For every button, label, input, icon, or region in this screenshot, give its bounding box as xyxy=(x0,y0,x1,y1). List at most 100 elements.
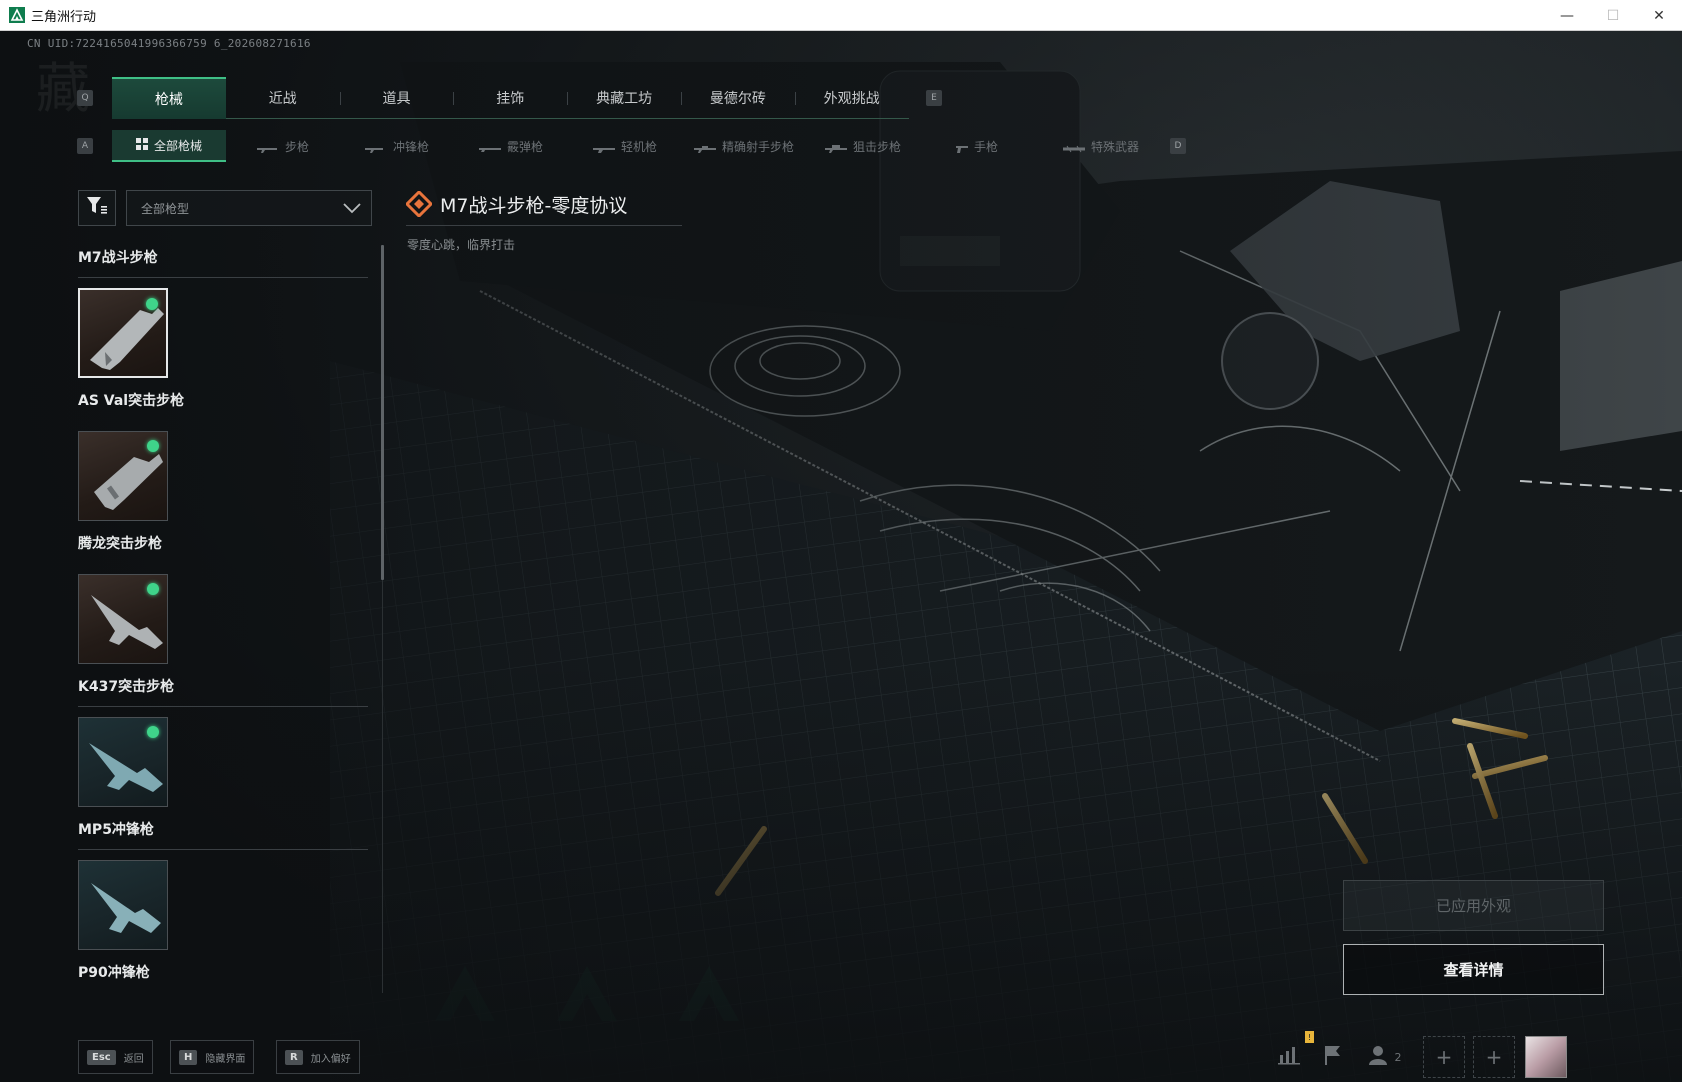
list-item: MP5冲锋枪 xyxy=(78,820,368,963)
skin-title: M7战斗步枪-零度协议 xyxy=(440,194,628,217)
owned-indicator xyxy=(146,298,158,310)
add-teammate-slot[interactable]: + xyxy=(1473,1036,1515,1078)
list-scrollbar[interactable] xyxy=(381,245,384,580)
weapon-group-title: AS Val突击步枪 xyxy=(78,393,185,409)
flag-icon xyxy=(1323,1044,1343,1071)
maximize-button[interactable]: ☐ xyxy=(1590,0,1636,31)
bar-chart-icon xyxy=(1278,1045,1300,1070)
keycap: R xyxy=(285,1049,303,1065)
weapon-list: M7战斗步枪 AS Val突击步枪 腾龙突击步枪 K437突击步枪 MP5冲锋枪… xyxy=(78,248,368,988)
tab-prev-key-hint[interactable]: Q xyxy=(77,90,93,106)
hint-label: 加入偏好 xyxy=(310,1053,351,1065)
weapon-group-title: P90冲锋枪 xyxy=(78,965,150,981)
subtab-label: 轻机枪 xyxy=(620,139,657,154)
grid-icon xyxy=(135,137,148,153)
uid-text: CN UID:7224165041996366759 6_20260827161… xyxy=(27,37,311,50)
shotgun-icon xyxy=(478,142,501,152)
minimize-button[interactable]: — xyxy=(1544,0,1590,31)
notification-badge: ! xyxy=(1305,1031,1314,1043)
gun-type-select[interactable]: 全部枪型 xyxy=(126,190,372,226)
list-item: AS Val突击步枪 xyxy=(78,391,368,534)
weapon-group-title: M7战斗步枪 xyxy=(78,248,368,278)
skin-rarity-icon xyxy=(404,189,434,221)
category-tabs: 枪械 近战 道具 挂饰 典藏工坊 曼德尔砖 外观挑战 xyxy=(112,77,909,119)
weapon-skin-thumbnail[interactable] xyxy=(78,288,168,378)
weapon-skin-thumbnail[interactable] xyxy=(78,431,168,521)
sniper-icon xyxy=(824,142,847,153)
subtab-label: 特殊武器 xyxy=(1090,139,1139,154)
smg-icon xyxy=(91,883,161,933)
window-controls: — ☐ ✕ xyxy=(1544,0,1682,31)
subtab-special[interactable]: 特殊武器 xyxy=(1034,130,1168,162)
window-title: 三角洲行动 xyxy=(31,9,97,25)
keycap: H xyxy=(179,1049,198,1065)
weapon-type-tabs: 全部枪械 步枪 冲锋枪 霰弹枪 轻机枪 精确射手步枪 狙击步枪 手枪 特殊武器 xyxy=(112,130,1168,162)
add-teammate-slot[interactable]: + xyxy=(1423,1036,1465,1078)
subtab-label: 精确射手步枪 xyxy=(721,139,794,154)
dmr-icon xyxy=(693,142,716,153)
smg-icon xyxy=(364,142,387,153)
hide-ui-hint[interactable]: H 隐藏界面 xyxy=(170,1040,255,1074)
tab-melee[interactable]: 近战 xyxy=(226,77,340,119)
subtab-all-guns[interactable]: 全部枪械 xyxy=(112,130,226,162)
app-logo-icon xyxy=(9,7,25,23)
title-bar: 三角洲行动 — ☐ ✕ xyxy=(0,0,1682,31)
add-favorite-hint[interactable]: R 加入偏好 xyxy=(276,1040,360,1074)
owned-indicator xyxy=(147,583,159,595)
list-item: K437突击步枪 xyxy=(78,677,368,820)
tab-guns[interactable]: 枪械 xyxy=(112,77,226,119)
tab-appearance-challenge[interactable]: 外观挑战 xyxy=(794,77,909,119)
subtab-label: 全部枪械 xyxy=(153,138,202,153)
filter-button[interactable] xyxy=(78,190,116,226)
weapon-skin-thumbnail[interactable] xyxy=(78,717,168,807)
owned-indicator xyxy=(147,726,159,738)
owned-indicator xyxy=(147,440,159,452)
tab-next-key-hint[interactable]: E xyxy=(926,90,942,106)
subtab-next-key-hint[interactable]: D xyxy=(1170,138,1186,154)
subtab-label: 霰弹枪 xyxy=(506,139,543,154)
subtab-prev-key-hint[interactable]: A xyxy=(77,138,93,154)
list-item: M7战斗步枪 xyxy=(78,248,368,391)
subtab-dmr[interactable]: 精确射手步枪 xyxy=(682,130,806,162)
close-button[interactable]: ✕ xyxy=(1636,0,1682,31)
list-item: 腾龙突击步枪 xyxy=(78,534,368,677)
subtab-label: 手枪 xyxy=(973,139,998,154)
friends-count: 2 xyxy=(1394,1050,1402,1064)
view-details-button[interactable]: 查看详情 xyxy=(1343,944,1604,995)
tab-charms[interactable]: 挂饰 xyxy=(453,77,567,119)
subtab-smg[interactable]: 冲锋枪 xyxy=(340,130,454,162)
applied-skin-button[interactable]: 已应用外观 xyxy=(1343,880,1604,931)
keycap: Esc xyxy=(87,1049,116,1065)
subtab-shotgun[interactable]: 霰弹枪 xyxy=(454,130,568,162)
weapon-group-title: MP5冲锋枪 xyxy=(78,820,368,850)
tab-items[interactable]: 道具 xyxy=(339,77,454,119)
subtab-sniper[interactable]: 狙击步枪 xyxy=(806,130,920,162)
weapon-group-title: K437突击步枪 xyxy=(78,677,368,707)
avatar[interactable] xyxy=(1525,1036,1567,1078)
subtab-pistol[interactable]: 手枪 xyxy=(920,130,1034,162)
hint-label: 隐藏界面 xyxy=(205,1053,246,1065)
subtab-rifle[interactable]: 步枪 xyxy=(226,130,340,162)
subtab-lmg[interactable]: 轻机枪 xyxy=(568,130,682,162)
friends-button[interactable]: 2 xyxy=(1355,1036,1415,1078)
game-window: 三角洲行动 — ☐ ✕ 藏 CN UID:7224165041996366759… xyxy=(0,0,1682,1082)
decorative-header-char: 藏 xyxy=(36,57,90,120)
list-item: P90冲锋枪 xyxy=(78,963,368,988)
tab-collection-workshop[interactable]: 典藏工坊 xyxy=(567,77,681,119)
subtab-label: 冲锋枪 xyxy=(392,139,429,154)
special-weapon-icon xyxy=(1062,142,1086,153)
gun-type-select-value: 全部枪型 xyxy=(141,201,190,216)
weapon-group-title: 腾龙突击步枪 xyxy=(78,536,162,552)
hint-label: 返回 xyxy=(123,1053,144,1065)
lmg-icon xyxy=(592,142,615,153)
skin-title-header: M7战斗步枪-零度协议 xyxy=(404,183,682,226)
back-hint[interactable]: Esc 返回 xyxy=(78,1040,153,1074)
rifle-icon xyxy=(256,142,279,153)
user-icon xyxy=(1368,1045,1391,1070)
flag-button[interactable] xyxy=(1311,1036,1355,1078)
tab-mandel-brick[interactable]: 曼德尔砖 xyxy=(680,77,795,119)
weapon-skin-thumbnail[interactable] xyxy=(78,574,168,664)
filter-icon xyxy=(86,196,108,220)
skin-subtitle: 零度心跳，临界打击 xyxy=(407,238,516,252)
weapon-skin-thumbnail[interactable] xyxy=(78,860,168,950)
